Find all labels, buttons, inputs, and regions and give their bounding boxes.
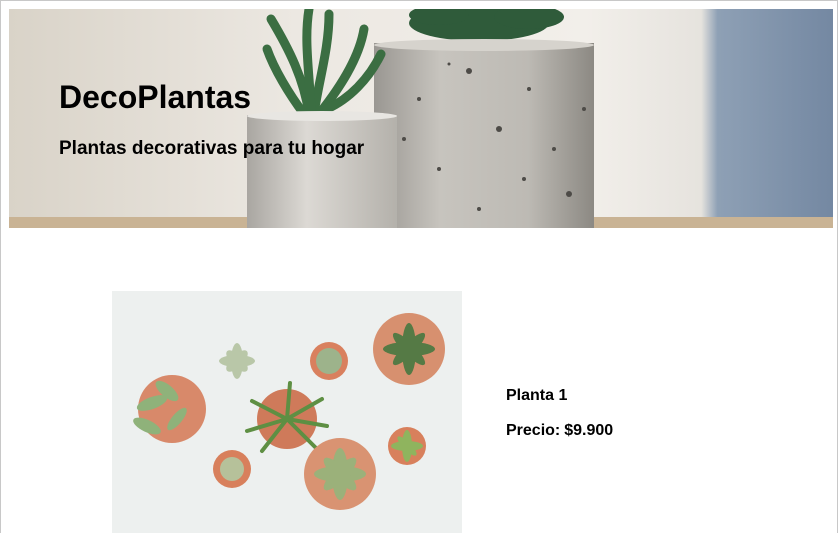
product-image[interactable] — [112, 291, 462, 533]
site-title: DecoPlantas — [59, 79, 252, 115]
site-subtitle: Plantas decorativas para tu hogar — [59, 138, 365, 159]
price-value: $9.900 — [564, 422, 614, 439]
hero-image — [9, 9, 833, 228]
product-price: Precio: $9.900 — [506, 422, 613, 440]
succulents-photo — [112, 291, 462, 533]
product-name: Planta 1 — [506, 387, 568, 404]
hero-banner: DecoPlantas Plantas decorativas para tu … — [9, 9, 833, 228]
price-label: Precio: — [506, 422, 561, 439]
